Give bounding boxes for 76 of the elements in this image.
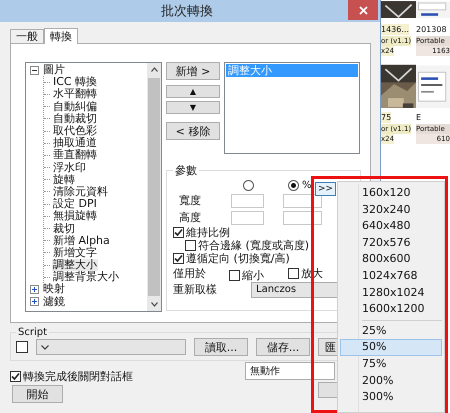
tree-item[interactable]: 圖片	[42, 64, 66, 76]
menu-item[interactable]: 640x480	[340, 218, 442, 235]
preset-button[interactable]: >>	[315, 182, 336, 196]
checkbox-label: 遵循定向 (切換寬/高)	[186, 251, 290, 266]
checkbox[interactable]	[185, 240, 196, 251]
field-label: 重新取樣	[173, 282, 218, 297]
scroll-up-icon	[150, 67, 158, 72]
close-icon	[358, 6, 368, 14]
tree-item[interactable]: 水平翻轉	[52, 88, 98, 100]
start-button[interactable]: 開始	[12, 385, 63, 403]
file-name: 1436...	[381, 24, 409, 35]
menu-item[interactable]: 1600x1200	[340, 301, 442, 318]
checkbox[interactable]	[16, 341, 28, 353]
menu-item[interactable]: 800x600	[340, 251, 442, 268]
close-button[interactable]	[348, 0, 378, 20]
input-field[interactable]	[231, 210, 264, 224]
tree-item[interactable]: 新增 Alpha	[52, 234, 111, 247]
radio-label: %	[302, 180, 312, 190]
checkbox[interactable]	[229, 270, 240, 281]
menu-item[interactable]: 25%	[340, 322, 442, 340]
checkbox[interactable]	[10, 371, 21, 382]
button[interactable]: 儲存...	[256, 338, 310, 356]
scroll-down-icon	[150, 302, 158, 307]
tree-item[interactable]: 濾鏡	[42, 296, 66, 308]
tree-item[interactable]: 裁切	[52, 222, 76, 235]
tree-item[interactable]: 無損旋轉	[52, 210, 98, 222]
checkbox-label: 維持比例	[186, 225, 230, 240]
tab[interactable]: 一般	[10, 29, 44, 43]
tree-item[interactable]: 旋轉	[52, 174, 76, 186]
dropdown[interactable]: 無動作	[245, 362, 335, 380]
checkbox[interactable]	[173, 253, 184, 264]
checkbox-label: 縮小	[242, 268, 264, 283]
radio-button[interactable]	[243, 180, 254, 190]
group-title: 參數	[174, 163, 198, 178]
action-button[interactable]: < 移除	[166, 122, 220, 140]
tree-item[interactable]: 自動糾偏	[52, 100, 98, 113]
tree-item[interactable]: 浮水印	[52, 162, 87, 174]
field-label: 高度	[178, 210, 202, 225]
field-label: 寬度	[178, 193, 202, 208]
checkbox-label: 轉換完成後關閉對話框	[23, 369, 133, 384]
scrollbar[interactable]	[147, 63, 161, 311]
arrow-button[interactable]: ▼	[166, 101, 220, 114]
tree-item[interactable]: 新增文字	[52, 246, 98, 259]
tree-item[interactable]: 清除元資料	[52, 186, 109, 198]
field-label: 僅用於	[173, 266, 207, 281]
tab[interactable]: 轉換	[44, 28, 78, 44]
menu-item[interactable]: 50%	[340, 339, 442, 356]
menu-item[interactable]: 200%	[340, 372, 442, 390]
menu-item[interactable]: 160x120	[340, 185, 442, 202]
button[interactable]: 讀取...	[194, 338, 248, 356]
caret-icon	[41, 344, 49, 350]
file-name: 75	[381, 112, 392, 123]
tree-item[interactable]: 自動裁切	[52, 112, 98, 125]
menu-item[interactable]: 300%	[340, 389, 442, 406]
tree-item[interactable]: ICC 轉換	[52, 76, 98, 88]
checkbox[interactable]	[173, 227, 184, 238]
action-button[interactable]: 新增 >	[166, 62, 220, 80]
menu-item[interactable]: 320x240	[340, 202, 442, 218]
window-title: 批次轉換	[160, 3, 214, 20]
menu-item[interactable]: 720x576	[340, 234, 442, 252]
radio-button[interactable]	[288, 180, 299, 190]
scroll-thumb[interactable]	[148, 78, 160, 296]
group-title: Script	[17, 327, 48, 338]
tree-item[interactable]: 調整大小	[52, 259, 98, 272]
tree-item[interactable]: 映射	[42, 283, 66, 296]
checkbox-label: 符合邊緣 (寬度或高度)	[198, 238, 310, 252]
tree-item[interactable]: 調整背景大小	[52, 271, 120, 284]
input-field[interactable]	[231, 194, 264, 208]
checkbox[interactable]	[288, 268, 299, 279]
input-field[interactable]	[283, 210, 322, 224]
arrow-button[interactable]: ▲	[166, 85, 220, 98]
tree-item[interactable]: 取代色彩	[52, 125, 98, 138]
tree-item[interactable]: 抽取通道	[52, 137, 98, 150]
menu-item[interactable]: 75%	[340, 356, 442, 373]
tree-item[interactable]: 設定 DPI	[52, 198, 98, 210]
tree-item[interactable]: 垂直翻轉	[52, 149, 98, 162]
